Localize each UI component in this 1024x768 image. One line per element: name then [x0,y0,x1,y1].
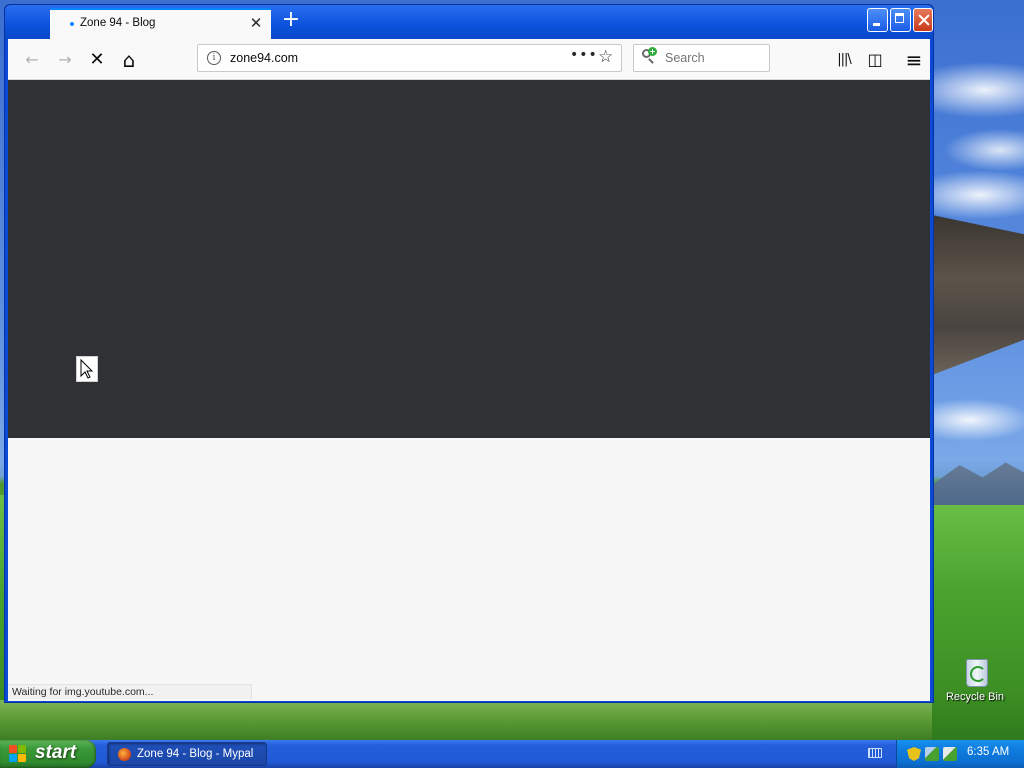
tab-title: Zone 94 - Blog [80,17,156,29]
recycle-bin-label: Recycle Bin [945,691,1005,703]
browser-window: Zone 94 - Blog ✕ + ← → ✕ ⌂ i zone94.com … [4,4,934,703]
start-button[interactable]: start [0,740,96,768]
volume-icon[interactable] [943,747,957,761]
menu-icon[interactable]: ≡ [902,48,926,72]
url-bar[interactable]: i zone94.com ••• ☆ [197,44,622,72]
recycle-bin-icon [961,655,989,687]
network-icon[interactable] [925,747,939,761]
desktop-wallpaper-field [0,700,932,740]
sidebar-icon[interactable]: ◫ [863,48,887,72]
clock[interactable]: 6:35 AM [967,746,1009,758]
security-shield-icon[interactable] [907,747,921,761]
page-actions-icon[interactable]: ••• [570,47,598,63]
close-window-button[interactable] [913,8,933,32]
system-tray: 6:35 AM [896,740,1024,768]
tab-zone94-blog[interactable]: Zone 94 - Blog ✕ [50,8,271,39]
page-content-body [8,438,930,701]
status-bar: Waiting for img.youtube.com... [8,684,252,699]
tab-bar: Zone 94 - Blog ✕ + [5,5,933,39]
tab-close-button[interactable]: ✕ [248,14,264,32]
forward-arrow-icon[interactable]: → [53,48,77,72]
new-tab-button[interactable]: + [280,9,302,32]
taskbar: start Zone 94 - Blog - Mypal 6:35 AM [0,740,1024,768]
library-icon[interactable]: |||\ [832,48,856,72]
mypal-icon [118,748,131,761]
keyboard-icon[interactable] [868,748,882,758]
search-input[interactable]: + Search [633,44,770,72]
search-placeholder: Search [665,51,705,65]
maximize-button[interactable] [890,8,911,32]
mouse-cursor-icon [76,356,98,382]
minimize-button[interactable] [867,8,888,32]
bookmark-star-icon[interactable]: ☆ [598,47,613,67]
windows-logo-icon [9,745,27,763]
stop-icon[interactable]: ✕ [85,48,109,72]
recycle-bin[interactable]: Recycle Bin [944,655,1006,711]
tab-loading-indicator-icon [70,22,74,26]
navigation-toolbar: ← → ✕ ⌂ i zone94.com ••• ☆ + Search |||\… [8,39,930,80]
taskbar-item-label: Zone 94 - Blog - Mypal [137,748,254,760]
home-icon[interactable]: ⌂ [117,48,141,72]
back-arrow-icon[interactable]: ← [20,48,44,72]
site-info-icon[interactable]: i [207,51,221,65]
search-icon: + [642,47,657,64]
start-label: start [35,742,77,763]
taskbar-item-mypal[interactable]: Zone 94 - Blog - Mypal [107,742,267,766]
url-text[interactable]: zone94.com [230,51,298,65]
page-content-header [8,80,930,438]
